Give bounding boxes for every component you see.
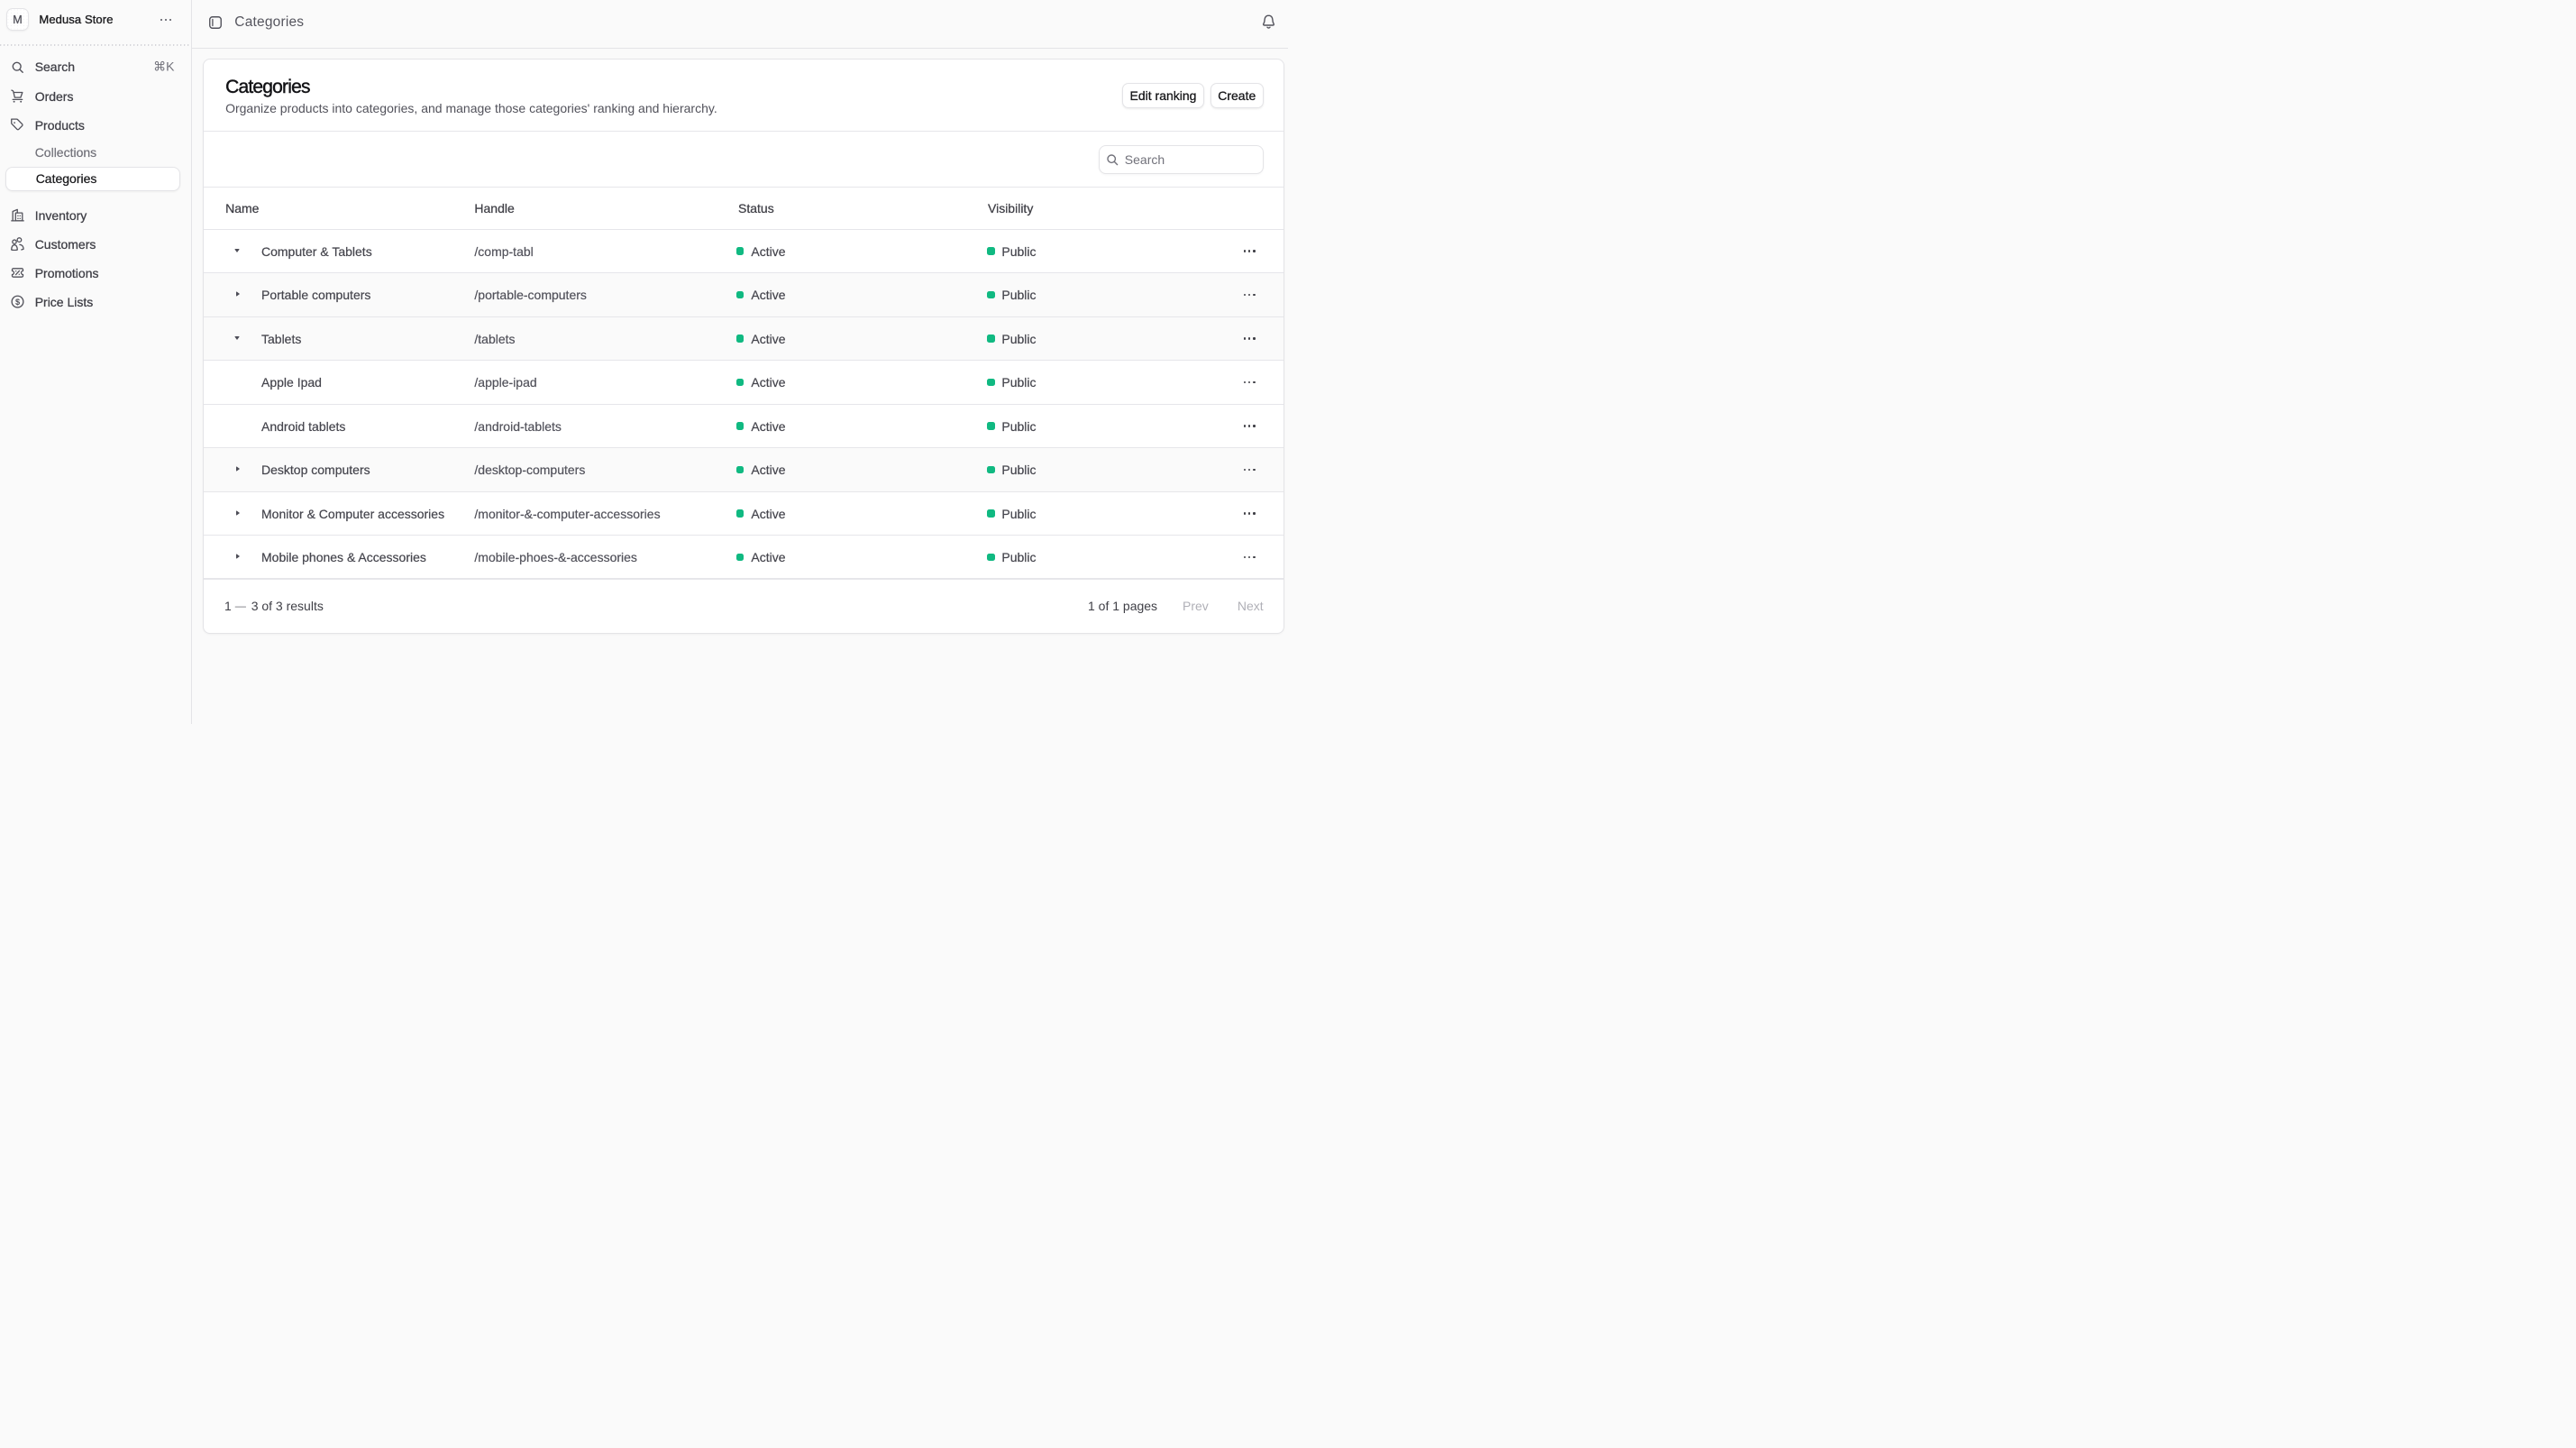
svg-text:$: $ (15, 298, 20, 307)
